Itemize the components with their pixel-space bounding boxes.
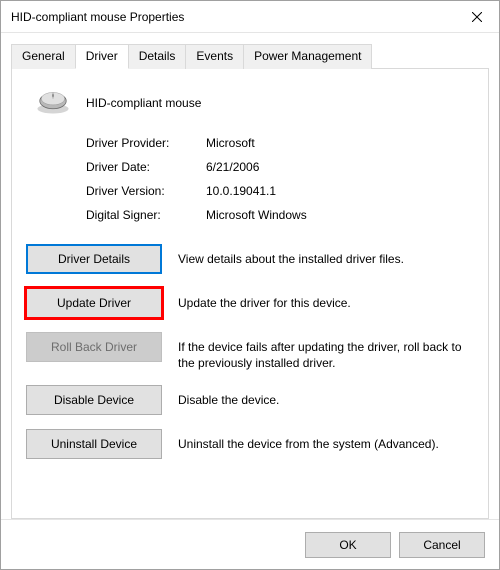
info-row-signer: Digital Signer: Microsoft Windows: [86, 208, 474, 222]
dialog-footer: OK Cancel: [1, 519, 499, 569]
uninstall-device-button[interactable]: Uninstall Device: [26, 429, 162, 459]
roll-back-driver-desc: If the device fails after updating the d…: [178, 332, 474, 371]
device-header: HID-compliant mouse: [26, 87, 474, 118]
tab-power-management[interactable]: Power Management: [243, 44, 372, 69]
provider-value: Microsoft: [206, 136, 255, 150]
action-row-details: Driver Details View details about the in…: [26, 244, 474, 274]
tab-general[interactable]: General: [11, 44, 76, 69]
date-value: 6/21/2006: [206, 160, 259, 174]
update-driver-button[interactable]: Update Driver: [26, 288, 162, 318]
driver-info: Driver Provider: Microsoft Driver Date: …: [26, 136, 474, 222]
cancel-button[interactable]: Cancel: [399, 532, 485, 558]
driver-details-button[interactable]: Driver Details: [26, 244, 162, 274]
tab-area: General Driver Details Events Power Mana…: [1, 33, 499, 519]
info-row-version: Driver Version: 10.0.19041.1: [86, 184, 474, 198]
device-name: HID-compliant mouse: [86, 96, 201, 110]
tab-content-driver: HID-compliant mouse Driver Provider: Mic…: [11, 68, 489, 519]
signer-label: Digital Signer:: [86, 208, 206, 222]
update-driver-desc: Update the driver for this device.: [178, 288, 474, 311]
action-row-update: Update Driver Update the driver for this…: [26, 288, 474, 318]
mouse-icon: [34, 87, 72, 118]
date-label: Driver Date:: [86, 160, 206, 174]
tab-driver[interactable]: Driver: [75, 44, 129, 69]
action-row-disable: Disable Device Disable the device.: [26, 385, 474, 415]
close-icon: [472, 12, 482, 22]
ok-button[interactable]: OK: [305, 532, 391, 558]
info-row-date: Driver Date: 6/21/2006: [86, 160, 474, 174]
close-button[interactable]: [454, 1, 499, 33]
roll-back-driver-button: Roll Back Driver: [26, 332, 162, 362]
window-title: HID-compliant mouse Properties: [11, 10, 184, 24]
properties-window: HID-compliant mouse Properties General D…: [0, 0, 500, 570]
tab-strip: General Driver Details Events Power Mana…: [11, 43, 489, 68]
signer-value: Microsoft Windows: [206, 208, 307, 222]
disable-device-button[interactable]: Disable Device: [26, 385, 162, 415]
disable-device-desc: Disable the device.: [178, 385, 474, 408]
version-label: Driver Version:: [86, 184, 206, 198]
titlebar: HID-compliant mouse Properties: [1, 1, 499, 33]
version-value: 10.0.19041.1: [206, 184, 276, 198]
info-row-provider: Driver Provider: Microsoft: [86, 136, 474, 150]
provider-label: Driver Provider:: [86, 136, 206, 150]
uninstall-device-desc: Uninstall the device from the system (Ad…: [178, 429, 474, 452]
action-row-rollback: Roll Back Driver If the device fails aft…: [26, 332, 474, 371]
driver-details-desc: View details about the installed driver …: [178, 244, 474, 267]
tab-events[interactable]: Events: [185, 44, 244, 69]
tab-details[interactable]: Details: [128, 44, 187, 69]
action-row-uninstall: Uninstall Device Uninstall the device fr…: [26, 429, 474, 459]
